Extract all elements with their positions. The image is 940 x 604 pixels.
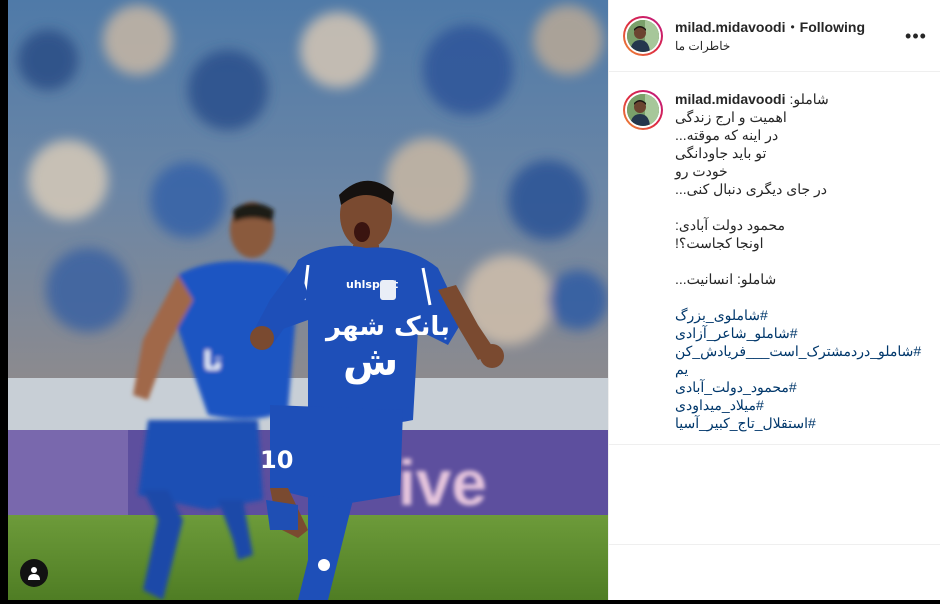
post-photo[interactable]: ive تا uhlsport بانک شهر ش 10 — [8, 0, 608, 600]
following-button[interactable]: Following — [800, 19, 865, 35]
caption-lines: اهمیت و ارج زندگی در اینه که موقته... تو… — [675, 108, 926, 432]
header-text: milad.midavoodi • Following خاطرات ما — [675, 19, 926, 53]
svg-text:10: 10 — [260, 446, 293, 474]
caption-text: شاملو: — [789, 91, 829, 107]
svg-text:ive: ive — [398, 447, 487, 519]
caption-author-avatar[interactable] — [623, 90, 663, 130]
divider — [609, 544, 940, 545]
divider — [609, 444, 940, 445]
caption-line: تو باید جاودانگی — [675, 145, 767, 161]
instagram-post-modal: ive تا uhlsport بانک شهر ش 10 milad.mida… — [0, 0, 940, 604]
user-tag-icon — [28, 567, 40, 580]
caption-line: خودت رو — [675, 163, 728, 179]
post-caption: milad.midavoodi شاملو: اهمیت و ارج زندگی … — [609, 72, 940, 432]
post-header: milad.midavoodi • Following خاطرات ما ••… — [609, 0, 940, 72]
caption-line: شاملو: انسانیت... — [675, 271, 777, 287]
author-avatar[interactable] — [623, 15, 663, 56]
caption-line: در جای دیگری دنبال کنی... — [675, 181, 827, 197]
caption-line: اونجا کجاست؟! — [675, 235, 764, 251]
football-celebration-photo: ive تا uhlsport بانک شهر ش 10 — [8, 0, 608, 600]
caption-body: milad.midavoodi شاملو: اهمیت و ارج زندگی … — [675, 90, 926, 432]
svg-text:ش: ش — [343, 339, 398, 385]
post-side-panel: milad.midavoodi • Following خاطرات ما ••… — [608, 0, 940, 600]
hashtag-link[interactable]: #استقلال_تاج_کبیر_آسیا — [675, 414, 816, 432]
hashtag-link[interactable]: #میلاد_میداودی — [675, 396, 764, 414]
author-username[interactable]: milad.midavoodi — [675, 19, 785, 35]
avatar-photo — [627, 94, 659, 126]
hashtag-link[interactable]: #شاملو_شاعر_آزادی — [675, 324, 798, 342]
caption-line: در اینه که موقته... — [675, 127, 779, 143]
caption-line: اهمیت و ارج زندگی — [675, 109, 787, 125]
caption-line: محمود دولت آبادی: — [675, 217, 786, 233]
tagged-users-button[interactable] — [20, 559, 48, 587]
hashtag-link[interactable]: یم — [675, 360, 688, 378]
avatar-photo — [627, 19, 659, 52]
svg-text:تا: تا — [203, 347, 223, 377]
more-options-icon[interactable]: ••• — [904, 24, 928, 48]
svg-text:بانک شهر: بانک شهر — [324, 312, 450, 342]
hashtag-link[interactable]: #شاملو_دردمشترک_است___فریادش_کن — [675, 342, 921, 360]
caption-username[interactable]: milad.midavoodi — [675, 91, 785, 107]
hashtag-link[interactable]: #شاملوی_بزرگ — [675, 306, 768, 324]
post-location[interactable]: خاطرات ما — [675, 39, 926, 53]
caption-first-line: milad.midavoodi شاملو: — [675, 90, 926, 108]
hashtag-link[interactable]: #محمود_دولت_آبادی — [675, 378, 797, 396]
separator-dot: • — [790, 19, 795, 34]
